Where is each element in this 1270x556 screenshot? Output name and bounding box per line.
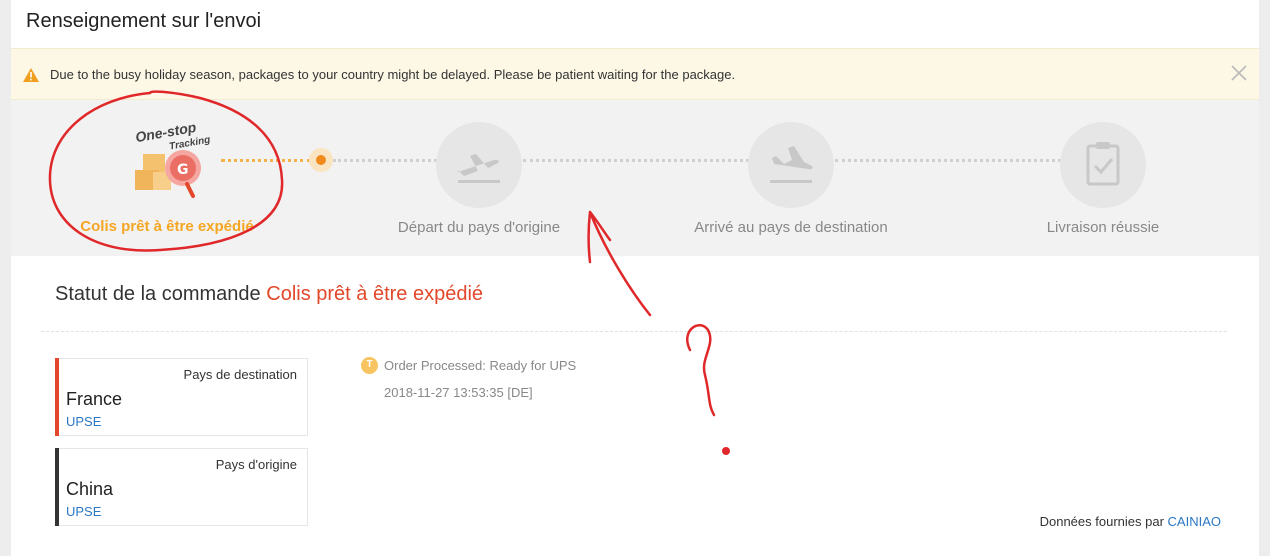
- progress-line: [523, 159, 749, 162]
- step-delivered-circle: [1060, 122, 1146, 208]
- credit-prefix: Données fournies par: [1039, 514, 1164, 529]
- notice-message: Due to the busy holiday season, packages…: [50, 67, 736, 82]
- plane-arrival-icon: [770, 146, 813, 183]
- step-label-ready: Colis prêt à être expédié: [80, 218, 254, 235]
- origin-kind: Pays d'origine: [215, 457, 297, 472]
- warning-icon: [23, 68, 39, 82]
- event-badge-letter: T: [366, 359, 373, 370]
- tracking-card: Renseignement sur l'envoi Due to the bus…: [11, 0, 1259, 556]
- order-status: Statut de la commande Colis prêt à être …: [55, 283, 483, 306]
- clipboard-check-icon: [1086, 142, 1120, 186]
- destination-carrier-link[interactable]: UPSE: [66, 414, 101, 429]
- destination-country-box: Pays de destination France UPSE: [55, 358, 308, 436]
- event-badge-icon: T: [361, 357, 378, 374]
- current-position-marker: [309, 148, 333, 172]
- origin-country-box: Pays d'origine China UPSE: [55, 448, 308, 526]
- progress-line: [333, 159, 437, 162]
- notice-banner: Due to the busy holiday season, packages…: [11, 48, 1259, 100]
- step-departure-circle: [436, 122, 522, 208]
- destination-bar: [55, 358, 59, 436]
- order-status-value: Colis prêt à être expédié: [266, 283, 484, 305]
- svg-text:G: G: [177, 162, 189, 178]
- origin-country-name: China: [66, 479, 114, 499]
- event-description: Order Processed: Ready for UPS: [384, 358, 577, 373]
- step-label-departure: Départ du pays d'origine: [397, 219, 561, 236]
- destination-kind: Pays de destination: [183, 367, 297, 382]
- event-timestamp: 2018-11-27 13:53:35 [DE]: [384, 385, 533, 400]
- divider: [41, 331, 1227, 332]
- origin-bar: [55, 448, 59, 526]
- plane-departure-icon: [458, 154, 500, 183]
- progress-line: [835, 159, 1061, 162]
- step-arrival-circle: [748, 122, 834, 208]
- step-label-delivered: Livraison réussie: [1046, 219, 1160, 236]
- progress-line-done: [221, 159, 311, 162]
- data-credit: Données fournies par CAINIAO: [1040, 514, 1221, 529]
- close-icon[interactable]: [1225, 59, 1253, 87]
- origin-carrier-link[interactable]: UPSE: [66, 504, 101, 519]
- step-label-arrival: Arrivé au pays de destination: [694, 219, 888, 236]
- tracking-steps: G One-stop Tracking Colis prêt à être ex…: [11, 100, 1259, 256]
- cainiao-link[interactable]: CAINIAO: [1168, 514, 1221, 529]
- one-stop-tracking-logo: G One-stop Tracking: [121, 110, 221, 200]
- order-status-label: Statut de la commande: [55, 283, 261, 305]
- page-title: Renseignement sur l'envoi: [26, 10, 262, 32]
- destination-country-name: France: [66, 389, 123, 409]
